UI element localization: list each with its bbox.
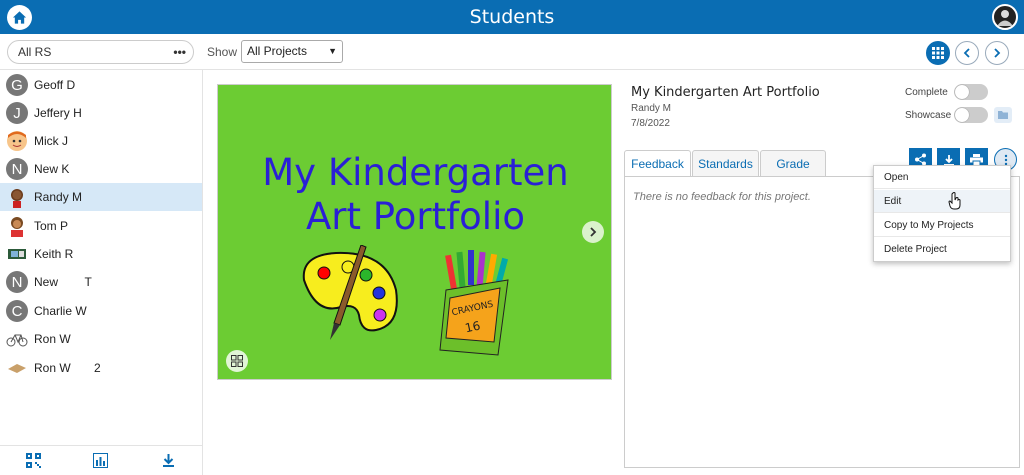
student-item[interactable]: J Jeffery H — [0, 99, 202, 127]
chevron-down-icon: ▼ — [328, 46, 337, 56]
student-name: Keith R — [34, 247, 74, 261]
printer-icon — [970, 153, 983, 166]
more-vertical-icon — [1004, 154, 1007, 165]
slide-grid-button[interactable] — [226, 350, 248, 372]
showcase-toggle[interactable] — [954, 107, 988, 123]
student-item[interactable]: Keith R — [0, 240, 202, 268]
slide-next-button[interactable] — [582, 221, 604, 243]
previous-button[interactable] — [955, 41, 979, 65]
qr-code-icon[interactable] — [26, 453, 42, 468]
sidebar-footer — [0, 445, 202, 475]
avatar — [6, 215, 28, 237]
user-avatar[interactable] — [992, 4, 1018, 30]
student-item[interactable]: Tom P — [0, 212, 202, 240]
chevron-right-icon — [994, 48, 1001, 58]
home-icon — [12, 11, 27, 24]
more-options-icon[interactable]: ••• — [173, 41, 186, 63]
slide-title: My Kindergarten Art Portfolio — [218, 151, 613, 239]
avatar: G — [6, 74, 28, 96]
menu-item-delete[interactable]: Delete Project — [874, 238, 1010, 261]
student-item[interactable]: Ron W 2 — [0, 354, 202, 382]
student-name: Ron W 2 — [34, 361, 101, 375]
menu-item-open[interactable]: Open — [874, 166, 1010, 189]
chevron-left-icon — [963, 48, 970, 58]
student-item[interactable]: C Charlie W — [0, 297, 202, 325]
home-button[interactable] — [7, 5, 32, 30]
student-item[interactable]: Randy M — [0, 183, 202, 211]
complete-label: Complete — [905, 87, 948, 98]
slide-title-line-1: My Kindergarten — [262, 151, 569, 194]
student-item[interactable]: N New K — [0, 155, 202, 183]
context-menu: Open Edit Copy to My Projects Delete Pro… — [873, 165, 1011, 262]
slide-title-line-2: Art Portfolio — [305, 195, 525, 238]
project-title: My Kindergarten Art Portfolio — [631, 85, 820, 100]
tab-grade[interactable]: Grade — [760, 150, 826, 176]
student-name: Geoff D — [34, 78, 76, 92]
tab-feedback[interactable]: Feedback — [624, 150, 691, 177]
download-icon[interactable] — [161, 453, 176, 468]
download-icon — [943, 154, 954, 165]
menu-item-copy[interactable]: Copy to My Projects — [874, 214, 1010, 237]
chevron-right-icon — [590, 227, 597, 237]
complete-toggle[interactable] — [954, 84, 988, 100]
student-item[interactable]: G Geoff D — [0, 71, 202, 99]
avatar: C — [6, 300, 28, 322]
top-bar: Students — [0, 0, 1024, 34]
student-filter-value: All RS — [18, 45, 52, 59]
project-student: Randy M — [631, 103, 672, 114]
avatar — [6, 357, 28, 379]
project-date: 7/8/2022 — [631, 118, 670, 129]
avatar — [6, 186, 28, 208]
toolbar: All RS ••• Show All Projects ▼ — [0, 34, 1024, 70]
student-name: Tom P — [34, 219, 69, 233]
grid-icon — [231, 355, 243, 367]
student-filter[interactable]: All RS ••• — [7, 40, 194, 64]
crayon-box-icon: CRAYONS 16 — [439, 250, 509, 356]
tab-standards[interactable]: Standards — [692, 150, 759, 176]
student-list: G Geoff D J Jeffery H Mick J N New K Ran… — [0, 70, 203, 475]
avatar — [6, 130, 28, 152]
grid-view-button[interactable] — [926, 41, 950, 65]
grid-icon — [932, 47, 944, 59]
paint-palette-icon — [302, 245, 398, 340]
hand-cursor-icon — [948, 192, 961, 210]
avatar — [6, 328, 28, 350]
student-item[interactable]: Ron W — [0, 325, 202, 353]
bar-chart-icon[interactable] — [93, 453, 109, 468]
student-item[interactable]: Mick J — [0, 127, 202, 155]
student-name: Charlie W — [34, 304, 87, 318]
avatar: N — [6, 271, 28, 293]
student-name: Jeffery H — [34, 106, 82, 120]
avatar: N — [6, 158, 28, 180]
ruler-icon — [8, 364, 26, 373]
menu-item-edit[interactable]: Edit — [874, 190, 1010, 213]
student-item[interactable]: N New T — [0, 268, 202, 296]
page-title: Students — [469, 6, 555, 28]
student-name: Mick J — [34, 134, 68, 148]
project-slide: My Kindergarten Art Portfolio CRAYONS 16 — [217, 84, 612, 380]
project-detail: My Kindergarten Art Portfolio CRAYONS 16 — [203, 70, 1024, 475]
no-feedback-text: There is no feedback for this project. — [633, 191, 811, 203]
student-name: Ron W — [34, 332, 71, 346]
next-button[interactable] — [985, 41, 1009, 65]
bicycle-icon — [6, 334, 28, 347]
student-name: New T — [34, 275, 92, 289]
show-label: Show — [207, 45, 238, 59]
student-name: Randy M — [34, 190, 83, 204]
avatar — [6, 243, 28, 265]
showcase-label: Showcase — [905, 110, 952, 121]
student-name: New K — [34, 162, 70, 176]
project-filter-select[interactable]: All Projects ▼ — [241, 40, 343, 63]
folder-icon[interactable] — [994, 107, 1012, 123]
project-filter-value: All Projects — [247, 44, 308, 58]
avatar: J — [6, 102, 28, 124]
